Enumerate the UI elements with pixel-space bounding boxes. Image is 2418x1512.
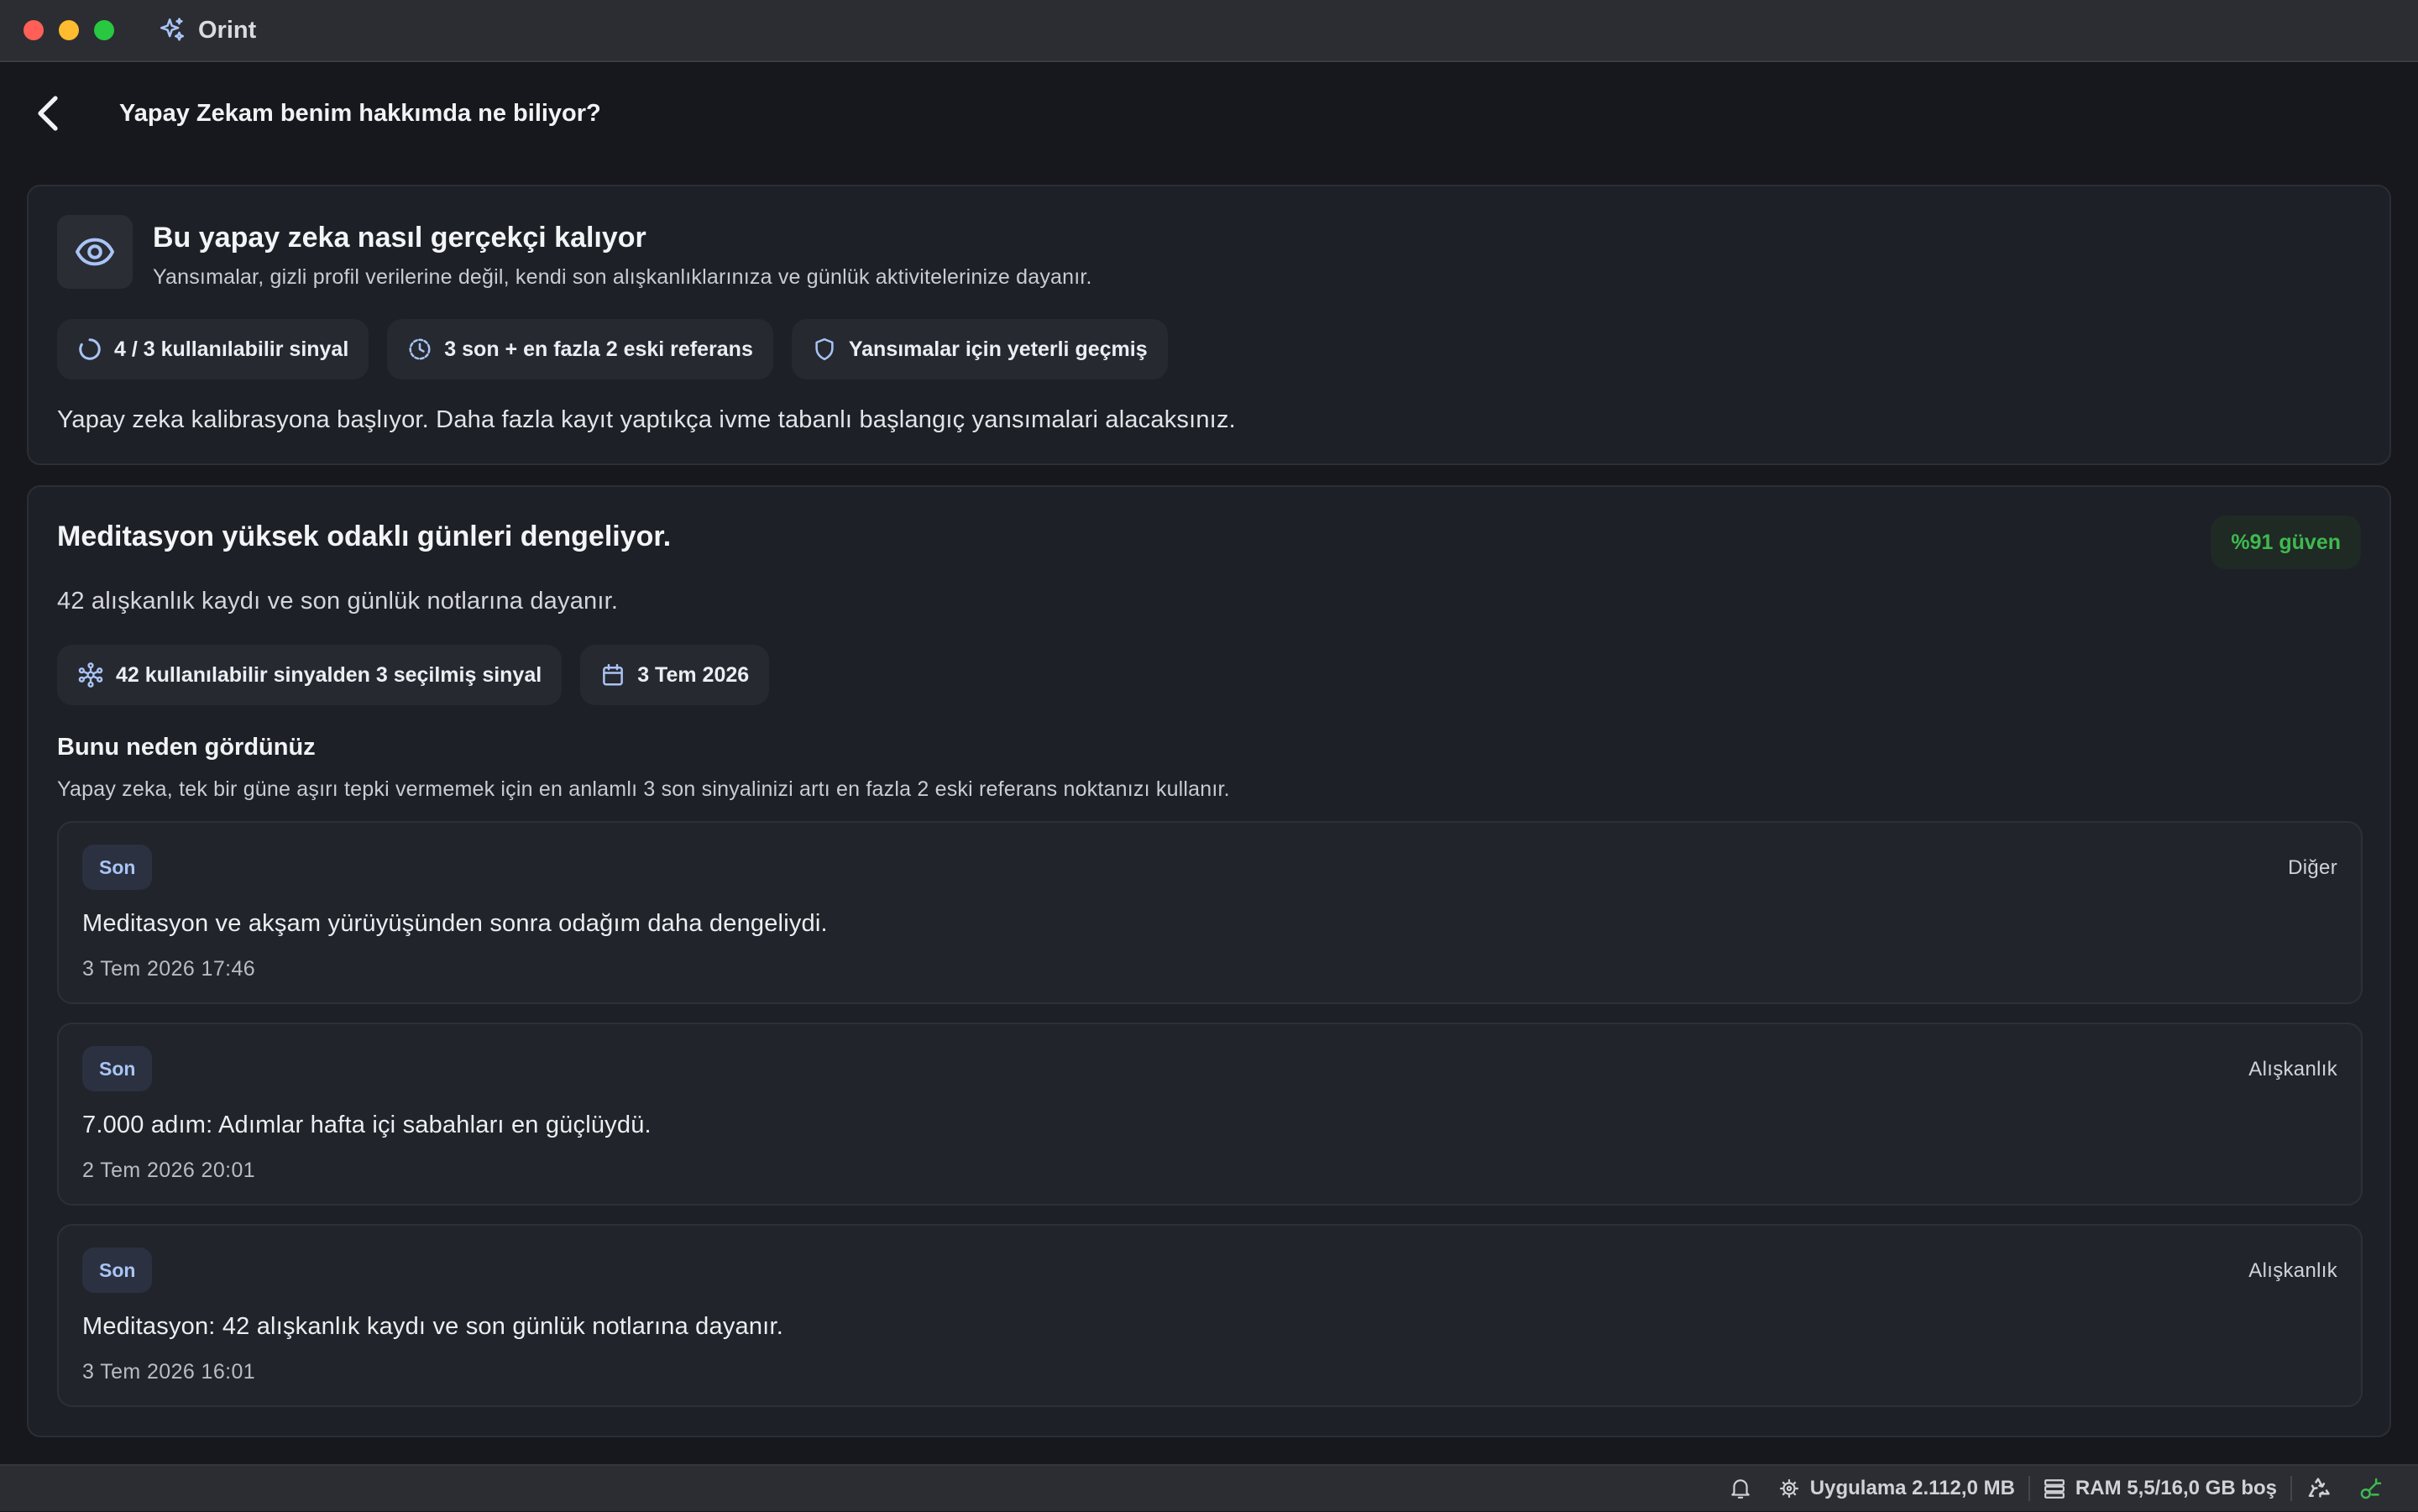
page-title: Yapay Zekam benim hakkımda ne biliyor? [119, 99, 601, 127]
memory-stack-icon [2044, 1479, 2065, 1499]
maximize-window-button[interactable] [94, 20, 114, 40]
references-chip: 3 son + en fazla 2 eski referans [387, 319, 773, 379]
why-section-title: Bunu neden gördünüz [57, 734, 316, 761]
status-bar: Uygulama 2.112,0 MB RAM 5,5/16,0 GB boş [0, 1464, 2418, 1511]
close-window-button[interactable] [24, 20, 44, 40]
notifications-button[interactable] [1716, 1465, 1765, 1512]
info-icon-container [57, 215, 133, 289]
info-card-title: Bu yapay zeka nasıl gerçekçi kalıyor [153, 222, 646, 254]
signal-recency-badge: Son [82, 1046, 153, 1091]
insight-subtitle: 42 alışkanlık kaydı ve son günlük notlar… [57, 588, 619, 615]
minimize-window-button[interactable] [59, 20, 79, 40]
page-header: Yapay Zekam benim hakkımda ne biliyor? [0, 64, 2418, 163]
shield-icon [815, 337, 834, 361]
chip-label: 3 son + en fazla 2 eski referans [444, 337, 753, 361]
transparency-info-card: Bu yapay zeka nasıl gerçekçi kalıyor Yan… [27, 185, 2391, 465]
cleanup-button[interactable] [2292, 1465, 2344, 1512]
signal-category: Alışkanlık [2248, 1058, 2337, 1080]
signal-text: Meditasyon ve akşam yürüyüşünden sonra o… [82, 910, 828, 937]
window-controls [24, 20, 114, 40]
date-chip: 3 Tem 2026 [580, 645, 770, 705]
signal-recency-badge: Son [82, 845, 153, 890]
signal-text: 7.000 adım: Adımlar hafta içi sabahları … [82, 1112, 652, 1138]
signal-category: Diğer [2288, 856, 2337, 879]
why-section-subtitle: Yapay zeka, tek bir güne aşırı tepki ver… [57, 777, 1230, 801]
signal-date: 3 Tem 2026 17:46 [82, 957, 256, 981]
signal-recency-badge: Son [82, 1248, 153, 1293]
recycle-icon [2308, 1478, 2330, 1498]
window-titlebar: Orint [0, 0, 2418, 62]
signal-item[interactable]: Son Alışkanlık 7.000 adım: Adımlar hafta… [57, 1023, 2363, 1206]
calendar-icon [603, 663, 624, 686]
app-memory-indicator[interactable]: Uygulama 2.112,0 MB [1765, 1465, 2028, 1512]
progress-ring-icon [79, 338, 101, 360]
chip-label: 4 / 3 kullanılabilir sinyal [114, 337, 349, 361]
signal-item[interactable]: Son Diğer Meditasyon ve akşam yürüyüşünd… [57, 821, 2363, 1004]
network-nodes-icon [78, 662, 103, 688]
eye-icon [76, 238, 114, 266]
chip-label: 42 kullanılabilir sinyalden 3 seçilmiş s… [116, 662, 542, 687]
usable-signals-chip: 4 / 3 kullanılabilir sinyal [57, 319, 369, 379]
confidence-badge: %91 güven [2211, 515, 2361, 569]
calibration-note: Yapay zeka kalibrasyona başlıyor. Daha f… [57, 406, 1236, 433]
status-indicator[interactable] [2344, 1465, 2398, 1512]
insight-card: Meditasyon yüksek odaklı günleri dengeli… [27, 485, 2391, 1437]
back-button[interactable] [24, 88, 74, 139]
signal-category: Alışkanlık [2248, 1259, 2337, 1282]
chip-cpu-icon [1779, 1479, 1798, 1498]
ram-label: RAM 5,5/16,0 GB boş [2075, 1477, 2277, 1499]
signal-date: 2 Tem 2026 20:01 [82, 1159, 256, 1182]
selected-signals-chip: 42 kullanılabilir sinyalden 3 seçilmiş s… [57, 645, 563, 705]
history-status-chip: Yansımalar için yeterli geçmiş [791, 319, 1168, 379]
app-name: Orint [198, 16, 257, 44]
app-memory-label: Uygulama 2.112,0 MB [1809, 1477, 2015, 1499]
signal-item[interactable]: Son Alışkanlık Meditasyon: 42 alışkanlık… [57, 1224, 2363, 1407]
agent-status-icon [2360, 1478, 2382, 1499]
sparkles-icon [160, 18, 185, 41]
bell-icon [1731, 1479, 1750, 1499]
signal-date: 3 Tem 2026 16:01 [82, 1360, 256, 1384]
history-clock-icon [409, 338, 431, 360]
info-card-subtitle: Yansımalar, gizli profil verilerine deği… [153, 265, 1092, 289]
chip-label: 3 Tem 2026 [637, 662, 750, 687]
insight-chip-row: 42 kullanılabilir sinyalden 3 seçilmiş s… [57, 645, 770, 705]
chip-label: Yansımalar için yeterli geçmiş [848, 337, 1148, 361]
chevron-left-icon [38, 96, 58, 131]
signal-text: Meditasyon: 42 alışkanlık kaydı ve son g… [82, 1313, 783, 1340]
info-chip-row: 4 / 3 kullanılabilir sinyal 3 son + en f… [57, 319, 1168, 379]
ram-indicator[interactable]: RAM 5,5/16,0 GB boş [2030, 1465, 2290, 1512]
app-logo: Orint [158, 16, 256, 44]
insight-title: Meditasyon yüksek odaklı günleri dengeli… [57, 521, 672, 552]
